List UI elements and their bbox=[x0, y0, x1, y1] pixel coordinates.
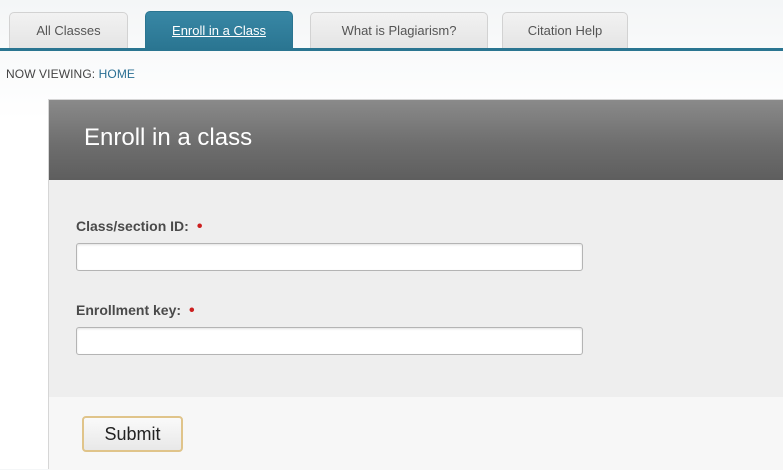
tab-all-classes[interactable]: All Classes bbox=[9, 12, 128, 49]
tab-plagiarism-label: What is Plagiarism? bbox=[341, 23, 457, 38]
class-section-id-label: Class/section ID: • bbox=[76, 218, 202, 236]
breadcrumb-prefix: NOW VIEWING: bbox=[6, 67, 96, 81]
class-section-id-label-text: Class/section ID: bbox=[76, 218, 189, 234]
class-section-id-input[interactable] bbox=[76, 243, 583, 271]
required-marker: • bbox=[189, 302, 195, 319]
panel-title: Enroll in a class bbox=[84, 124, 253, 151]
enroll-panel: Enroll in a class Class/section ID: • Enr… bbox=[48, 99, 783, 470]
tab-enroll-in-a-class[interactable]: Enroll in a Class bbox=[145, 11, 293, 50]
tab-enroll-label: Enroll in a Class bbox=[172, 23, 266, 38]
required-marker: • bbox=[196, 218, 203, 235]
breadcrumb: NOW VIEWING: HOME bbox=[6, 67, 135, 81]
enrollment-key-input[interactable] bbox=[76, 327, 583, 355]
enrollment-key-label: Enrollment key: • bbox=[76, 302, 195, 320]
tab-citation-label: Citation Help bbox=[527, 23, 603, 38]
enrollment-key-label-text: Enrollment key: bbox=[76, 302, 182, 318]
tab-bar: All Classes Enroll in a Class What is Pl… bbox=[0, 0, 783, 51]
panel-footer: Submit bbox=[49, 397, 783, 470]
breadcrumb-home-link[interactable]: HOME bbox=[99, 67, 135, 81]
tab-bar-underline bbox=[0, 48, 783, 51]
submit-button[interactable]: Submit bbox=[82, 416, 183, 452]
tab-what-is-plagiarism[interactable]: What is Plagiarism? bbox=[310, 12, 488, 49]
panel-header: Enroll in a class bbox=[49, 100, 783, 180]
tab-all-classes-label: All Classes bbox=[36, 23, 101, 38]
tab-citation-help[interactable]: Citation Help bbox=[502, 12, 628, 49]
